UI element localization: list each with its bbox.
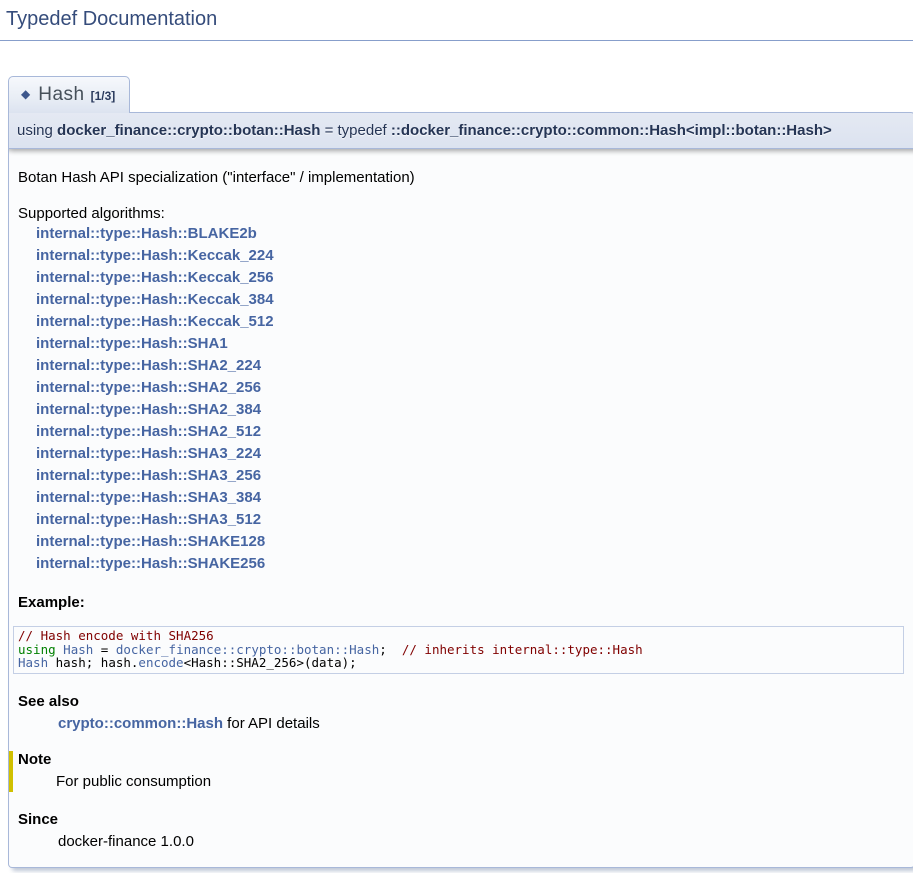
proto-using-keyword: using	[17, 122, 57, 139]
code-fragment: // Hash encode with SHA256using Hash = d…	[13, 626, 904, 674]
algorithm-list-item: internal::type::Hash::SHA3_256	[36, 465, 904, 487]
algorithm-link[interactable]: internal::type::Hash::Keccak_224	[36, 247, 274, 264]
see-also-section: See also crypto::common::Hash for API de…	[18, 693, 904, 732]
since-label: Since	[18, 811, 904, 828]
code-token: hash; hash.	[48, 655, 138, 670]
typedef-documentation-section: Typedef Documentation ◆ Hash [1/3] using d…	[0, 0, 913, 868]
proto-target-type: ::docker_finance::crypto::common::Hash<i…	[391, 122, 832, 139]
note-section: Note For public consumption	[9, 751, 904, 792]
algorithm-link[interactable]: internal::type::Hash::Keccak_384	[36, 291, 274, 308]
proto-equals-typedef: = typedef	[320, 122, 390, 139]
algorithm-list-item: internal::type::Hash::SHAKE128	[36, 531, 904, 553]
example-label: Example:	[18, 594, 904, 611]
algorithm-list-item: internal::type::Hash::BLAKE2b	[36, 223, 904, 245]
permalink-diamond-icon[interactable]: ◆	[21, 87, 30, 101]
algorithm-link[interactable]: internal::type::Hash::SHA2_256	[36, 379, 261, 396]
algorithm-link[interactable]: internal::type::Hash::SHA3_224	[36, 445, 261, 462]
note-label: Note	[18, 751, 904, 768]
algorithm-link[interactable]: internal::type::Hash::SHA2_512	[36, 423, 261, 440]
algorithm-link[interactable]: internal::type::Hash::SHA3_384	[36, 489, 261, 506]
algorithm-link[interactable]: internal::type::Hash::SHA1	[36, 335, 228, 352]
algorithm-list-item: internal::type::Hash::SHA3_512	[36, 509, 904, 531]
code-line: // Hash encode with SHA256	[18, 629, 899, 643]
algorithm-link[interactable]: internal::type::Hash::SHA3_512	[36, 511, 261, 528]
see-also-content: crypto::common::Hash for API details	[58, 715, 904, 732]
algorithm-link[interactable]: internal::type::Hash::SHA2_224	[36, 357, 261, 374]
proto-member-name: docker_finance::crypto::botan::Hash	[57, 122, 320, 139]
member-tab-name: Hash	[38, 84, 84, 105]
algorithms-list: internal::type::Hash::BLAKE2binternal::t…	[36, 223, 904, 575]
code-link[interactable]: Hash	[18, 655, 48, 670]
member-doc: Botan Hash API specialization ("interfac…	[8, 149, 913, 868]
algorithm-list-item: internal::type::Hash::SHA1	[36, 333, 904, 355]
code-link[interactable]: encode	[138, 655, 183, 670]
supported-algorithms-label: Supported algorithms:	[18, 205, 904, 222]
algorithm-list-item: internal::type::Hash::SHA3_224	[36, 443, 904, 465]
algorithm-list-item: internal::type::Hash::SHA2_224	[36, 355, 904, 377]
algorithm-list-item: internal::type::Hash::SHA2_384	[36, 399, 904, 421]
algorithm-list-item: internal::type::Hash::Keccak_512	[36, 311, 904, 333]
algorithm-list-item: internal::type::Hash::Keccak_224	[36, 245, 904, 267]
algorithm-list-item: internal::type::Hash::SHA2_512	[36, 421, 904, 443]
note-text: For public consumption	[56, 773, 904, 790]
since-section: Since docker-finance 1.0.0	[18, 811, 904, 850]
algorithm-list-item: internal::type::Hash::SHAKE256	[36, 553, 904, 575]
algorithm-link[interactable]: internal::type::Hash::SHA3_256	[36, 467, 261, 484]
code-line: using Hash = docker_finance::crypto::bot…	[18, 643, 899, 657]
code-line: Hash hash; hash.encode<Hash::SHA2_256>(d…	[18, 656, 899, 670]
code-token: ;	[379, 642, 402, 657]
see-also-suffix: for API details	[223, 715, 320, 732]
code-token: <Hash::SHA2_256>(data);	[184, 655, 357, 670]
algorithm-link[interactable]: internal::type::Hash::SHA2_384	[36, 401, 261, 418]
algorithm-list-item: internal::type::Hash::Keccak_384	[36, 289, 904, 311]
member-tab: ◆ Hash [1/3]	[8, 76, 130, 113]
algorithm-list-item: internal::type::Hash::Keccak_256	[36, 267, 904, 289]
example-section: Example:	[18, 594, 904, 611]
algorithm-link[interactable]: internal::type::Hash::BLAKE2b	[36, 225, 257, 242]
page-title: Typedef Documentation	[0, 0, 913, 41]
since-text: docker-finance 1.0.0	[58, 833, 904, 850]
algorithm-link[interactable]: internal::type::Hash::SHAKE256	[36, 555, 265, 572]
see-also-link[interactable]: crypto::common::Hash	[58, 715, 223, 732]
member-item: ◆Hash[1/3] using docker_finance::crypto:…	[8, 76, 913, 868]
see-also-label: See also	[18, 693, 904, 710]
algorithm-link[interactable]: internal::type::Hash::SHAKE128	[36, 533, 265, 550]
algorithm-list-item: internal::type::Hash::SHA3_384	[36, 487, 904, 509]
code-token: // inherits internal::type::Hash	[402, 642, 643, 657]
algorithm-list-item: internal::type::Hash::SHA2_256	[36, 377, 904, 399]
algorithm-link[interactable]: internal::type::Hash::Keccak_512	[36, 313, 274, 330]
algorithm-link[interactable]: internal::type::Hash::Keccak_256	[36, 269, 274, 286]
member-prototype: using docker_finance::crypto::botan::Has…	[8, 112, 913, 149]
member-overload-count: [1/3]	[91, 89, 116, 103]
brief-description: Botan Hash API specialization ("interfac…	[18, 169, 904, 186]
